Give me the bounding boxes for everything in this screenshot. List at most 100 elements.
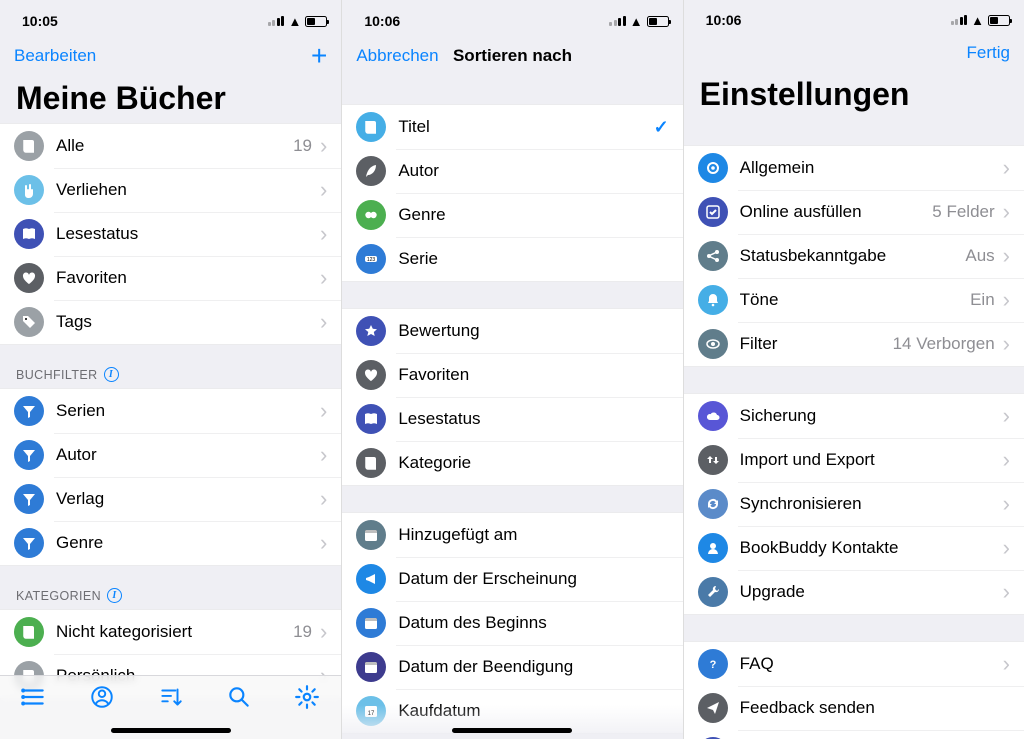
list-row[interactable]: Autor: [342, 149, 682, 193]
eye-icon: [698, 329, 728, 359]
list-row[interactable]: Import und Export›: [684, 438, 1024, 482]
row-label: Töne: [740, 290, 970, 310]
swap-icon: [698, 445, 728, 475]
chevron-right-icon: ›: [320, 311, 327, 333]
row-label: Allgemein: [740, 158, 1003, 178]
tab-settings[interactable]: [294, 684, 320, 715]
list-row[interactable]: Alle19›: [0, 124, 341, 168]
info-icon[interactable]: i: [104, 367, 119, 382]
row-label: Kaufdatum: [398, 701, 668, 721]
row-label: Autor: [398, 161, 668, 181]
list-row[interactable]: Autor›: [0, 433, 341, 477]
screen-sort: 10:06 ▲ Abbrechen Sortieren nach Titel✓A…: [341, 0, 682, 739]
wifi-icon: ▲: [288, 14, 301, 29]
add-button[interactable]: +: [311, 42, 327, 70]
row-label: Genre: [398, 205, 668, 225]
chevron-right-icon: ›: [1003, 157, 1010, 179]
list-row[interactable]: BookBuddy Kontakte›: [684, 526, 1024, 570]
nav-bar: Fertig: [684, 33, 1024, 75]
row-label: Tags: [56, 312, 320, 332]
chevron-right-icon: ›: [320, 621, 327, 643]
status-time: 10:05: [22, 13, 58, 29]
row-detail: 19: [293, 136, 312, 156]
list-row[interactable]: Serien›: [0, 389, 341, 433]
list-row[interactable]: Datum der Beendigung: [342, 645, 682, 689]
funnel-icon: [14, 528, 44, 558]
row-label: Serie: [398, 249, 668, 269]
ques-icon: [698, 649, 728, 679]
done-button[interactable]: Fertig: [967, 43, 1010, 63]
book-icon: [14, 131, 44, 161]
row-label: Feedback senden: [740, 698, 1010, 718]
tab-sort[interactable]: [158, 684, 184, 715]
cal-icon: [356, 520, 386, 550]
row-label: Filter: [740, 334, 893, 354]
list-row[interactable]: TöneEin›: [684, 278, 1024, 322]
list-row[interactable]: Favoriten: [342, 353, 682, 397]
row-label: Verliehen: [56, 180, 320, 200]
open-icon: [356, 404, 386, 434]
num-icon: [356, 244, 386, 274]
row-label: Datum des Beginns: [398, 613, 668, 633]
settings-group-3: FAQ› Feedback senden Folgen Sie uns auf Fa…: [684, 641, 1024, 739]
list-row[interactable]: Filter14 Verborgen›: [684, 322, 1024, 366]
list-row[interactable]: Feedback senden: [684, 686, 1024, 730]
category-header: KATEGORIEN i: [0, 566, 341, 609]
list-row[interactable]: Verliehen›: [0, 168, 341, 212]
info-icon[interactable]: i: [107, 588, 122, 603]
chevron-right-icon: ›: [320, 223, 327, 245]
list-row[interactable]: Tags›: [0, 300, 341, 344]
list-row[interactable]: Online ausfüllen5 Felder›: [684, 190, 1024, 234]
list-row[interactable]: Sicherung›: [684, 394, 1024, 438]
list-row[interactable]: Kategorie: [342, 441, 682, 485]
tab-account[interactable]: [89, 684, 115, 715]
book-icon: [356, 112, 386, 142]
checkmark-icon: ✓: [654, 117, 669, 138]
row-label: Genre: [56, 533, 320, 553]
list-row[interactable]: Datum des Beginns: [342, 601, 682, 645]
list-row[interactable]: Verlag›: [0, 477, 341, 521]
chevron-right-icon: ›: [1003, 493, 1010, 515]
list-row[interactable]: Synchronisieren›: [684, 482, 1024, 526]
heart-icon: [356, 360, 386, 390]
chevron-right-icon: ›: [320, 135, 327, 157]
list-row[interactable]: Allgemein›: [684, 146, 1024, 190]
filter-list: Serien›Autor›Verlag›Genre›: [0, 388, 341, 566]
row-label: Nicht kategorisiert: [56, 622, 293, 642]
tab-list[interactable]: [21, 684, 47, 715]
cal-icon: [356, 652, 386, 682]
tab-search[interactable]: [226, 684, 252, 715]
signal-icon: [951, 15, 968, 25]
list-row[interactable]: Favoriten›: [0, 256, 341, 300]
list-row[interactable]: Kaufdatum: [342, 689, 682, 733]
list-row[interactable]: Folgen Sie uns auf Facebook: [684, 730, 1024, 739]
list-row[interactable]: Lesestatus›: [0, 212, 341, 256]
chevron-right-icon: ›: [1003, 537, 1010, 559]
list-row[interactable]: Genre›: [0, 521, 341, 565]
row-label: FAQ: [740, 654, 1003, 674]
list-row[interactable]: Genre: [342, 193, 682, 237]
chevron-right-icon: ›: [320, 267, 327, 289]
list-row[interactable]: StatusbekanntgabeAus›: [684, 234, 1024, 278]
cancel-button[interactable]: Abbrechen: [356, 46, 438, 66]
edit-button[interactable]: Bearbeiten: [14, 46, 96, 66]
sort-group-1: Titel✓ Autor Genre Serie: [342, 104, 682, 282]
list-row[interactable]: Titel✓: [342, 105, 682, 149]
main-list: Alle19›Verliehen›Lesestatus›Favoriten›Ta…: [0, 123, 341, 345]
status-bar: 10:06 ▲: [684, 0, 1024, 33]
page-title: Meine Bücher: [0, 78, 341, 123]
list-row[interactable]: FAQ›: [684, 642, 1024, 686]
list-row[interactable]: Nicht kategorisiert19›: [0, 610, 341, 654]
list-row[interactable]: Lesestatus: [342, 397, 682, 441]
list-row[interactable]: Hinzugefügt am: [342, 513, 682, 557]
funnel-icon: [14, 440, 44, 470]
list-row[interactable]: Bewertung: [342, 309, 682, 353]
funnel-icon: [14, 396, 44, 426]
list-row[interactable]: Upgrade›: [684, 570, 1024, 614]
cloud-icon: [698, 401, 728, 431]
list-row[interactable]: Datum der Erscheinung: [342, 557, 682, 601]
list-row[interactable]: Serie: [342, 237, 682, 281]
chevron-right-icon: ›: [320, 400, 327, 422]
row-label: Hinzugefügt am: [398, 525, 668, 545]
settings-group-2: Sicherung›Import und Export›Synchronisie…: [684, 393, 1024, 615]
